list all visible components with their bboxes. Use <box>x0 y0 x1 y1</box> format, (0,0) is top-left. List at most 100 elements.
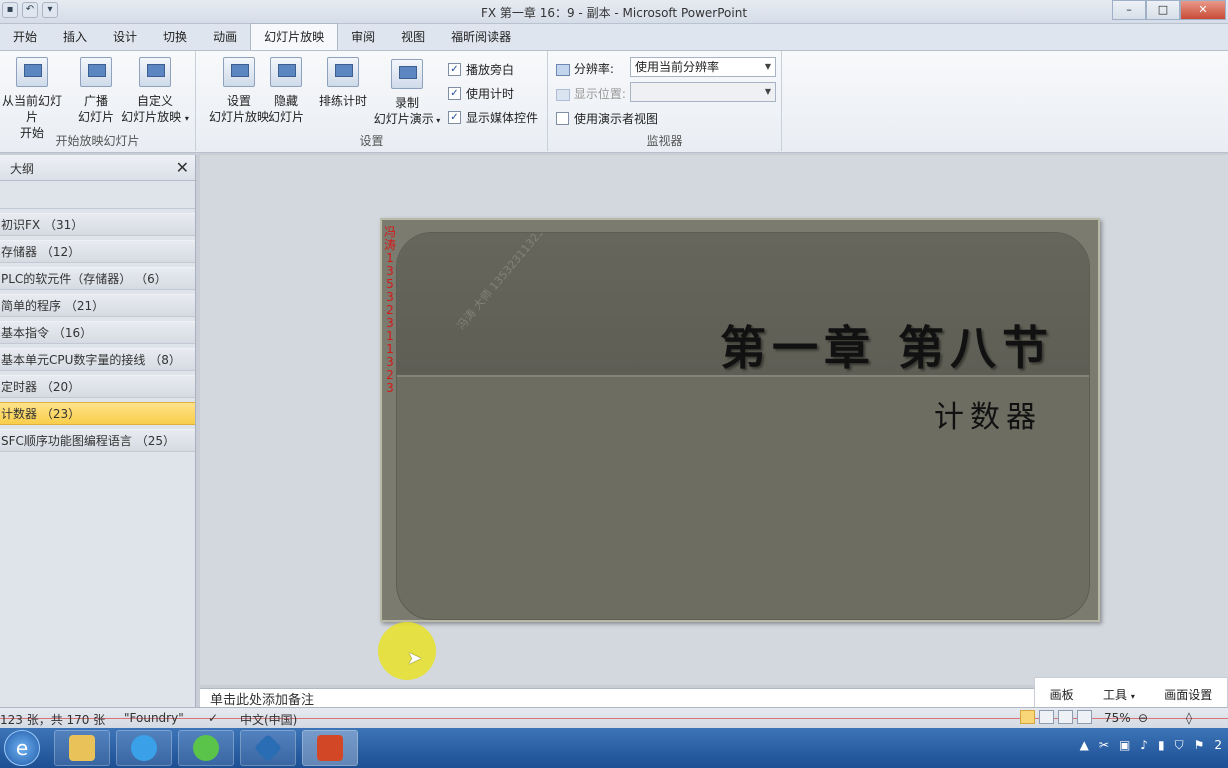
section-item[interactable]: 定时器 （20） <box>0 375 195 398</box>
normal-view-icon[interactable] <box>1020 710 1035 724</box>
checkbox-box: ✓ <box>448 87 461 100</box>
section-item[interactable]: 基本单元CPU数字量的接线 （8） <box>0 348 195 371</box>
monitor-icon <box>556 63 570 76</box>
tab-outline[interactable]: 大纲 <box>10 160 34 177</box>
section-item[interactable]: 基本指令 （16） <box>0 321 195 344</box>
mouse-pointer-icon: ➤ <box>407 648 423 669</box>
group-label: 设置 <box>359 134 384 148</box>
taskbar-browser[interactable] <box>116 730 172 766</box>
minimize-button[interactable]: – <box>1112 0 1146 20</box>
play-narrations-checkbox[interactable]: ✓ 播放旁白 <box>448 61 514 78</box>
notes-pane[interactable]: 单击此处添加备注 <box>200 688 1040 708</box>
rehearse-timings-button[interactable]: 排练计时 <box>316 57 370 109</box>
reading-view-icon[interactable] <box>1058 710 1073 724</box>
tab-foxit-reader[interactable]: 福昕阅读器 <box>438 25 524 50</box>
close-icon[interactable]: ✕ <box>176 158 189 177</box>
use-timings-checkbox[interactable]: ✓ 使用计时 <box>448 85 514 102</box>
maximize-button[interactable]: □ <box>1146 0 1180 20</box>
display-location-label: 显示位置: <box>556 85 626 102</box>
checkbox-box <box>556 112 569 125</box>
network-icon[interactable]: ▮ <box>1158 738 1165 753</box>
rehearse-icon <box>327 57 359 87</box>
tab-design[interactable]: 设计 <box>100 25 150 50</box>
folder-icon <box>69 735 95 761</box>
show-media-controls-checkbox[interactable]: ✓ 显示媒体控件 <box>448 109 538 126</box>
drawing-board-button[interactable]: 画板 <box>1050 686 1074 703</box>
flag-icon[interactable]: ⚑ <box>1194 738 1205 753</box>
powerpoint-icon <box>317 735 343 761</box>
slideshow-view-icon[interactable] <box>1077 710 1092 724</box>
tab-view[interactable]: 视图 <box>388 25 438 50</box>
browser-icon <box>131 735 157 761</box>
setup-icon <box>223 57 255 87</box>
spelling-check-icon[interactable]: ✓ <box>208 711 218 725</box>
resolution-dropdown[interactable]: 使用当前分辨率 ▼ <box>630 57 776 77</box>
section-blank <box>0 185 195 209</box>
setup-slideshow-button[interactable]: 设置 幻灯片放映 <box>202 57 276 125</box>
outline-pane: 大纲 ✕ 初识FX （31） 存储器 （12） PLC的软元件（存储器） （6）… <box>0 155 196 707</box>
side-watermark-text: 冯涛 13532311323 <box>383 225 396 395</box>
system-tray: ▲ ✂ ▣ ♪ ▮ ⛉ ⚑ 2 <box>1080 738 1222 753</box>
tab-animations[interactable]: 动画 <box>200 25 250 50</box>
group-monitors: 分辨率: 使用当前分辨率 ▼ 显示位置: ▼ 使用演示者视图 监视器 <box>548 51 782 151</box>
windows-taskbar: e ▲ ✂ ▣ ♪ ▮ ⛉ ⚑ 2 <box>0 728 1228 768</box>
tab-review[interactable]: 审阅 <box>338 25 388 50</box>
window-title: FX 第一章 16：9 - 副本 - Microsoft PowerPoint <box>480 6 748 20</box>
tab-transitions[interactable]: 切换 <box>150 25 200 50</box>
broadcast-button[interactable]: 广播 幻灯片 <box>76 57 116 125</box>
show-hidden-icons-icon[interactable]: ▲ <box>1080 738 1089 753</box>
clock-digit: 2 <box>1214 738 1222 752</box>
taskbar-wechat[interactable] <box>178 730 234 766</box>
tools-button[interactable]: 工具 ▾ <box>1103 686 1135 703</box>
slide-subtitle[interactable]: 计数器 <box>934 392 1042 436</box>
slideshow-icon <box>16 57 48 87</box>
display-icon <box>556 88 570 101</box>
ie-icon[interactable]: e <box>4 730 40 766</box>
zoom-level[interactable]: 75% <box>1104 711 1131 725</box>
checkbox-box: ✓ <box>448 63 461 76</box>
taskbar-app[interactable] <box>240 730 296 766</box>
custom-slideshow-icon <box>139 57 171 87</box>
close-button[interactable]: ✕ <box>1180 0 1226 20</box>
chevron-down-icon: ▼ <box>764 62 771 71</box>
section-item[interactable]: PLC的软元件（存储器） （6） <box>0 267 195 290</box>
from-current-slide-button[interactable]: 从当前幻灯片 开始 <box>0 57 66 141</box>
screen-settings-button[interactable]: 画面设置 <box>1164 686 1212 703</box>
usb-icon[interactable]: ▣ <box>1119 738 1130 753</box>
slide-count: 123 张，共 170 张 <box>0 713 106 727</box>
volume-icon[interactable]: ♪ <box>1140 738 1148 753</box>
ribbon: 从当前幻灯片 开始 广播 幻灯片 自定义 幻灯片放映 ▾ 开始放映幻灯片 设置 … <box>0 51 1228 153</box>
group-label: 开始放映幻灯片 <box>55 134 140 148</box>
taskbar-explorer[interactable] <box>54 730 110 766</box>
record-slideshow-button[interactable]: 录制 幻灯片演示 ▾ <box>370 59 444 129</box>
tab-slide-show[interactable]: 幻灯片放映 <box>250 23 339 50</box>
status-bar: 123 张，共 170 张 "Foundry" ✓ 中文(中国) 75% ⊖ ◊ <box>0 707 1228 728</box>
section-item-selected[interactable]: 计数器 （23） <box>0 402 195 425</box>
taskbar-powerpoint[interactable] <box>302 730 358 766</box>
slide-sorter-view-icon[interactable] <box>1039 710 1054 724</box>
section-item[interactable]: 初识FX （31） <box>0 213 195 236</box>
tab-insert[interactable]: 插入 <box>50 25 100 50</box>
presenter-view-checkbox[interactable]: 使用演示者视图 <box>556 110 658 127</box>
language-indicator[interactable]: 中文(中国) <box>240 711 297 728</box>
window-controls: – □ ✕ <box>1112 0 1226 20</box>
slide-canvas[interactable]: 冯涛 13532311323 冯涛 大师 13532311323 第一章 第八节… <box>380 218 1100 622</box>
section-item[interactable]: 简单的程序 （21） <box>0 294 195 317</box>
hide-slide-button[interactable]: 隐藏 幻灯片 <box>266 57 306 125</box>
section-item[interactable]: 存储器 （12） <box>0 240 195 263</box>
custom-slideshow-button[interactable]: 自定义 幻灯片放映 ▾ <box>120 57 190 127</box>
checkbox-box: ✓ <box>448 111 461 124</box>
chevron-down-icon: ▾ <box>184 114 189 123</box>
display-location-dropdown[interactable]: ▼ <box>630 82 776 102</box>
zoom-out-icon[interactable]: ⊖ <box>1138 711 1148 725</box>
resolution-label: 分辨率: <box>556 60 614 77</box>
title-bar: ▪ ↶ ▾ FX 第一章 16：9 - 副本 - Microsoft Power… <box>0 0 1228 24</box>
tab-home[interactable]: 开始 <box>0 25 50 50</box>
wechat-icon <box>193 735 219 761</box>
broadcast-icon <box>80 57 112 87</box>
slide-title[interactable]: 第一章 第八节 <box>720 312 1054 378</box>
zoom-slider[interactable]: ◊ <box>1186 711 1192 725</box>
security-icon[interactable]: ⛉ <box>1175 738 1184 753</box>
tool-icon[interactable]: ✂ <box>1099 738 1109 753</box>
section-item[interactable]: SFC顺序功能图编程语言 （25） <box>0 429 195 452</box>
